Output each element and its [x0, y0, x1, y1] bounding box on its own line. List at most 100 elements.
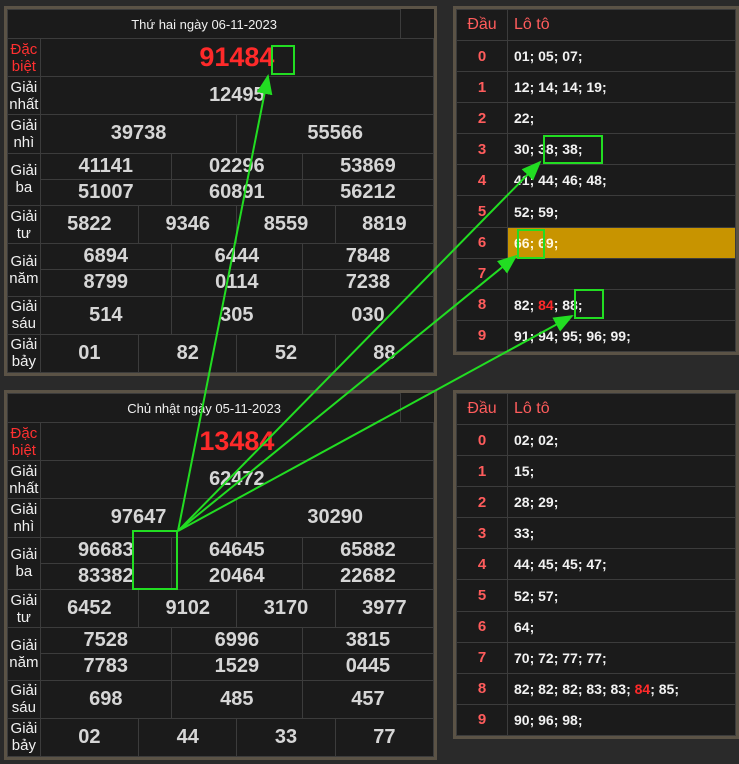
loto-values: 82; 82; 82; 83; 83; 84; 85;	[507, 672, 736, 705]
prize-seventh-number: 82	[138, 333, 238, 374]
loto-values: 15;	[507, 455, 736, 488]
loto-row-highlighted: 6 66; 69;	[456, 226, 736, 259]
loto-digit: 8	[456, 288, 508, 321]
loto-values: 01; 05; 07;	[507, 40, 736, 73]
prize-label-sixth: Giải sáu	[7, 295, 41, 335]
loto-values: 22;	[507, 102, 736, 135]
prize-special-number: 13484	[39, 421, 435, 462]
loto-digit: 3	[456, 517, 508, 550]
prize-label-second: Giải nhì	[7, 498, 41, 538]
prize-label-special: Đặc biệt	[7, 37, 41, 78]
prize-fourth-number: 6452	[39, 588, 140, 629]
prize-fifth-number: 6996	[170, 627, 303, 655]
prize-third-number: 20464	[170, 562, 303, 590]
prize-label-third: Giải ba	[7, 536, 41, 590]
loto-value-label: Lô tô	[507, 392, 736, 426]
prize-third-number: 51007	[39, 178, 172, 206]
prize-fifth-number: 8799	[39, 269, 172, 297]
prize-third-number: 60891	[170, 178, 303, 206]
loto-values: 52; 57;	[507, 579, 736, 612]
prize-fifth-number: 7238	[301, 269, 435, 297]
loto-row: 2 28; 29;	[456, 486, 736, 519]
loto-row: 5 52; 57;	[456, 579, 736, 612]
loto-digit: 6	[456, 226, 508, 259]
prize-seventh-number: 01	[39, 333, 140, 374]
prize-sixth-number: 485	[170, 679, 303, 719]
loto-digit: 0	[456, 40, 508, 73]
prize-fifth-number: 1529	[170, 653, 303, 681]
loto-digit: 9	[456, 319, 508, 353]
loto-row: 0 02; 02;	[456, 424, 736, 457]
loto-row: 7 70; 72; 77; 77;	[456, 641, 736, 674]
loto-values: 30; 38; 38;	[507, 133, 736, 166]
highlighted-number: 84	[538, 296, 554, 313]
prize-special-number: 91484	[39, 37, 435, 78]
loto-digit: 5	[456, 579, 508, 612]
prize-third-number: 64645	[170, 536, 303, 564]
prize-third-number: 83382	[39, 562, 172, 590]
prize-first-number: 62472	[39, 460, 435, 500]
prize-seventh-number: 44	[138, 717, 238, 758]
draw-date: Chủ nhật ngày 05-11-2023	[6, 393, 402, 423]
loto-values	[507, 257, 736, 290]
loto-digit: 9	[456, 703, 508, 737]
loto-values: 33;	[507, 517, 736, 550]
prize-second-number: 55566	[236, 114, 434, 154]
loto-values: 90; 96; 98;	[507, 703, 736, 737]
prize-fifth-number: 7848	[301, 243, 435, 271]
draw-date: Thứ hai ngày 06-11-2023	[6, 9, 402, 39]
loto-row: 4 41; 44; 46; 48;	[456, 164, 736, 197]
loto-digit: 7	[456, 257, 508, 290]
loto-digit: 6	[456, 610, 508, 643]
prize-fourth-number: 3977	[334, 588, 435, 629]
prize-seventh-number: 02	[39, 717, 140, 758]
prize-seventh-number: 77	[334, 717, 435, 758]
loto-row: 9 91; 94; 95; 96; 99;	[456, 319, 736, 353]
prize-fourth-number: 5822	[39, 204, 140, 245]
loto-table-bottom: Đầu Lô tô 0 02; 02; 1 15; 2 28; 29; 3 33; 44…	[453, 390, 739, 739]
loto-row: 5 52; 59;	[456, 195, 736, 228]
loto-row: 0 01; 05; 07;	[456, 40, 736, 73]
loto-row: 8 82; 82; 82; 83; 83; 84; 85;	[456, 672, 736, 705]
loto-row: 8 82; 84; 88;	[456, 288, 736, 321]
loto-digit: 4	[456, 164, 508, 197]
result-table-top: Thứ hai ngày 06-11-2023 Đặc biệt 91484 G…	[4, 6, 437, 376]
loto-row: 2 22;	[456, 102, 736, 135]
loto-row: 3 33;	[456, 517, 736, 550]
loto-values: 70; 72; 77; 77;	[507, 641, 736, 674]
loto-values: 41; 44; 46; 48;	[507, 164, 736, 197]
prize-fifth-number: 0114	[170, 269, 303, 297]
prize-fifth-number: 6894	[39, 243, 172, 271]
prize-third-number: 22682	[301, 562, 435, 590]
loto-values: 64;	[507, 610, 736, 643]
loto-digit: 2	[456, 486, 508, 519]
loto-row: 1 15;	[456, 455, 736, 488]
prize-label-seventh: Giải bảy	[7, 717, 41, 758]
prize-fifth-number: 7783	[39, 653, 172, 681]
loto-digit: 1	[456, 455, 508, 488]
prize-third-number: 96683	[39, 536, 172, 564]
loto-digit: 7	[456, 641, 508, 674]
prize-seventh-number: 88	[334, 333, 435, 374]
result-table-bottom: Chủ nhật ngày 05-11-2023 Đặc biệt 13484 …	[4, 390, 437, 760]
loto-row: 4 44; 45; 45; 47;	[456, 548, 736, 581]
prize-label-fifth: Giải năm	[7, 243, 41, 297]
prize-fourth-number: 8819	[334, 204, 435, 245]
prize-second-number: 30290	[236, 498, 434, 538]
prize-third-number: 56212	[301, 178, 435, 206]
prize-sixth-number: 305	[170, 295, 303, 335]
loto-row: 7	[456, 257, 736, 290]
loto-head-label: Đầu	[456, 392, 508, 426]
prize-third-number: 41141	[39, 152, 172, 180]
prize-sixth-number: 514	[39, 295, 172, 335]
prize-fifth-number: 3815	[301, 627, 435, 655]
prize-third-number: 65882	[301, 536, 435, 564]
prize-fourth-number: 8559	[236, 204, 336, 245]
prize-label-fifth: Giải năm	[7, 627, 41, 681]
loto-values: 52; 59;	[507, 195, 736, 228]
prize-label-fourth: Giải tư	[7, 588, 41, 629]
loto-values: 02; 02;	[507, 424, 736, 457]
prize-label-special: Đặc biệt	[7, 421, 41, 462]
prize-fifth-number: 6444	[170, 243, 303, 271]
loto-table-top: Đầu Lô tô 0 01; 05; 07; 1 12; 14; 14; 19; …	[453, 6, 739, 355]
